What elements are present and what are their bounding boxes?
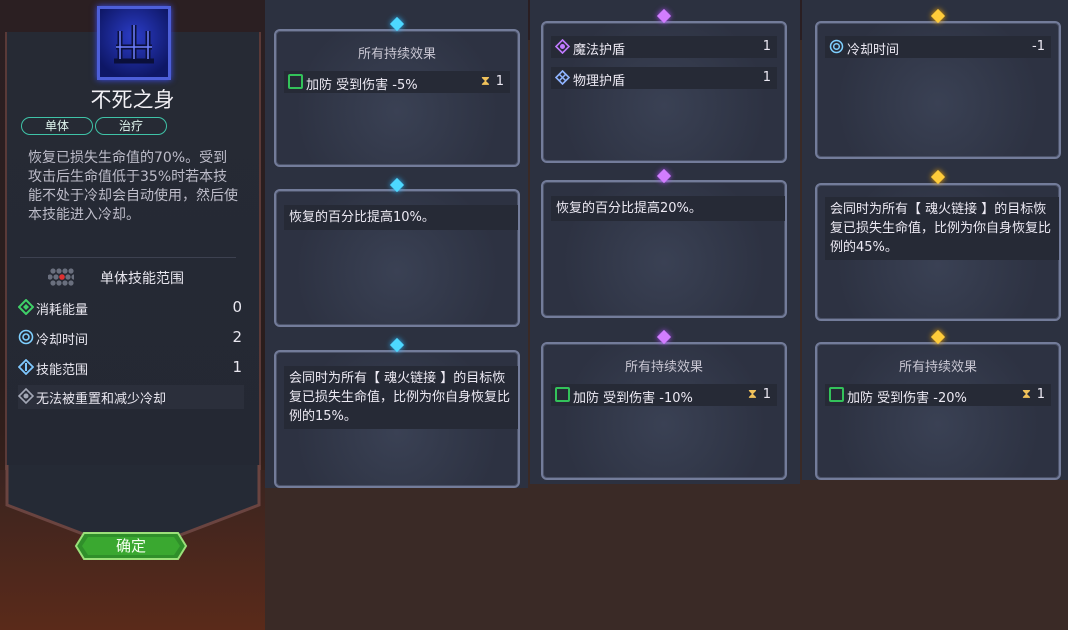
- effect-turns: 1: [762, 387, 771, 402]
- effect-turns: 1: [495, 74, 504, 89]
- upgrade-card-3-2[interactable]: 会同时为所有【 魂火链接 】的目标恢复已损失生命值，比例为你自身恢复比例的45%…: [815, 183, 1061, 321]
- upgrade-card-2-1[interactable]: 魔法护盾 1 物理护盾 1: [541, 21, 787, 163]
- skill-description: 恢复已损失生命值的70%。受到攻击后生命值低于35%时若本技能不处于冷却会自动使…: [28, 150, 238, 223]
- stat-value: 0: [232, 298, 242, 316]
- effect-row: 冷却时间 -1: [825, 36, 1051, 58]
- effect-row: 加防 受到伤害 -5% ⧗ 1: [284, 71, 510, 93]
- stat-label: 消耗能量: [36, 303, 89, 318]
- physical-shield-icon: [555, 70, 570, 85]
- effect-value: 1: [762, 39, 771, 54]
- effect-value: -1: [1032, 39, 1045, 54]
- card-title: 所有持续效果: [624, 360, 703, 375]
- effect-label: 加防 受到伤害 -5%: [306, 78, 418, 93]
- effect-row: 加防 受到伤害 -20% ⧗ 1: [825, 384, 1051, 406]
- tag-single-target: 单体: [21, 117, 93, 135]
- stat-label: 技能范围: [36, 363, 89, 378]
- effect-label: 魔法护盾: [573, 43, 626, 58]
- stat-value: 1: [232, 358, 242, 376]
- upgrade-card-3-1[interactable]: 冷却时间 -1: [815, 21, 1061, 159]
- stat-skill-range: 技能范围 1: [18, 356, 244, 380]
- card-title: 所有持续效果: [898, 360, 977, 375]
- card-text: 会同时为所有【 魂火链接 】的目标恢复已损失生命值，比例为你自身恢复比例的45%…: [825, 197, 1059, 260]
- skill-detail-panel: 不死之身 单体 治疗 恢复已损失生命值的70%。受到攻击后生命值低于35%时若本…: [0, 0, 265, 630]
- stat-no-reset: 无法被重置和减少冷却: [18, 385, 244, 409]
- stat-value: 2: [232, 328, 242, 346]
- cooldown-icon: [829, 39, 844, 54]
- upgrade-card-2-3[interactable]: 所有持续效果 加防 受到伤害 -10% ⧗ 1: [541, 342, 787, 480]
- tag-heal: 治疗: [95, 117, 167, 135]
- effect-value: 1: [762, 70, 771, 85]
- divider: [20, 257, 236, 258]
- range-icon: [18, 359, 34, 375]
- hourglass-icon: ⧗: [747, 387, 757, 402]
- cooldown-icon: [18, 329, 34, 345]
- effect-label: 加防 受到伤害 -20%: [847, 391, 967, 406]
- hourglass-icon: ⧗: [480, 74, 490, 89]
- effect-row: 物理护盾 1: [551, 67, 777, 89]
- confirm-button-label: 确定: [115, 537, 146, 555]
- defense-shield-icon: [829, 387, 844, 402]
- range-label: 单体技能范围: [100, 271, 184, 287]
- effect-label: 加防 受到伤害 -10%: [573, 391, 693, 406]
- skill-icon: [97, 6, 171, 80]
- stat-energy-cost: 消耗能量 0: [18, 296, 244, 320]
- upgrade-card-1-3[interactable]: 会同时为所有【 魂火链接 】的目标恢复已损失生命值，比例为你自身恢复比例的15%…: [274, 350, 520, 488]
- magic-shield-icon: [555, 39, 570, 54]
- hex-grid-range-icon: [48, 268, 74, 286]
- stat-label: 无法被重置和减少冷却: [36, 392, 167, 407]
- upgrade-card-1-2[interactable]: 恢复的百分比提高10%。: [274, 189, 520, 327]
- skill-name: 不死之身: [90, 88, 175, 112]
- no-reset-icon: [18, 388, 34, 404]
- upgrade-card-3-3[interactable]: 所有持续效果 加防 受到伤害 -20% ⧗ 1: [815, 342, 1061, 480]
- undying-rune-icon: [114, 25, 154, 64]
- card-text: 会同时为所有【 魂火链接 】的目标恢复已损失生命值，比例为你自身恢复比例的15%…: [284, 366, 518, 429]
- effect-row: 加防 受到伤害 -10% ⧗ 1: [551, 384, 777, 406]
- card-text: 恢复的百分比提高20%。: [551, 196, 785, 221]
- effect-label: 物理护盾: [573, 74, 626, 89]
- defense-shield-icon: [288, 74, 303, 89]
- upgrade-card-1-1[interactable]: 所有持续效果 加防 受到伤害 -5% ⧗ 1: [274, 29, 520, 167]
- defense-shield-icon: [555, 387, 570, 402]
- effect-label: 冷却时间: [847, 43, 900, 58]
- hourglass-icon: ⧗: [1021, 387, 1031, 402]
- upgrade-card-2-2[interactable]: 恢复的百分比提高20%。: [541, 180, 787, 318]
- effect-turns: 1: [1036, 387, 1045, 402]
- card-text: 恢复的百分比提高10%。: [284, 205, 518, 230]
- effect-row: 魔法护盾 1: [551, 36, 777, 58]
- stat-label: 冷却时间: [36, 333, 89, 348]
- stat-cooldown: 冷却时间 2: [18, 326, 244, 350]
- energy-icon: [18, 299, 34, 315]
- card-title: 所有持续效果: [357, 47, 436, 62]
- confirm-button[interactable]: 确定: [74, 531, 188, 561]
